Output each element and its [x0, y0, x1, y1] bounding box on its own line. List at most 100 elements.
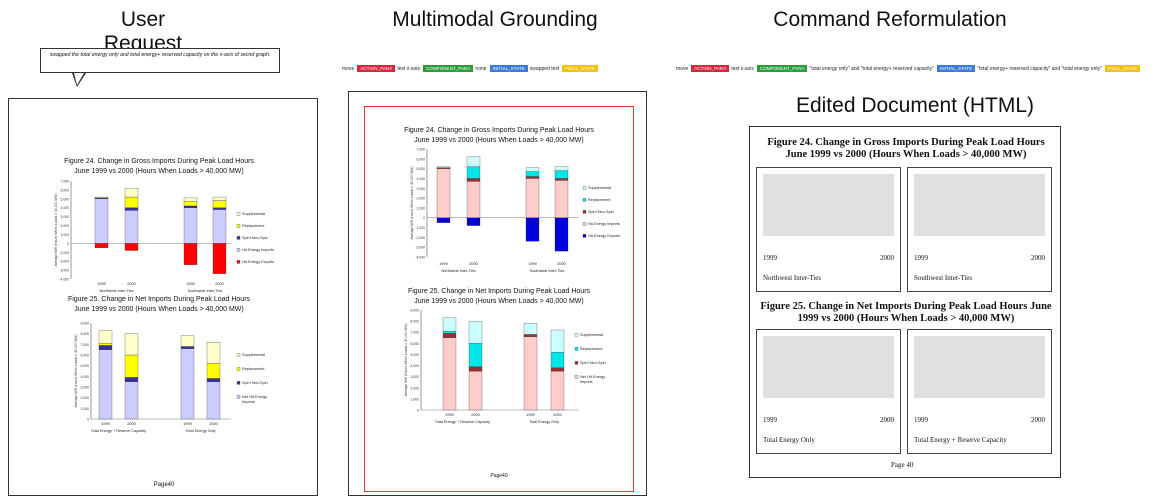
- group-label: Southwest Inter-Ties: [914, 274, 973, 282]
- bar-segment: [206, 363, 221, 379]
- legend-swatch: [236, 248, 241, 252]
- bar-segment: [554, 180, 569, 218]
- fig25-title: Figure 25. Change in Net Imports During …: [67, 296, 251, 303]
- y-axis-label: Average MW (Hours When Loads > 40,000 MW…: [410, 167, 414, 240]
- legend-label: HA Energy Exports: [588, 234, 620, 238]
- bar-segment: [525, 167, 540, 172]
- legend-swatch: [574, 361, 579, 365]
- y-tick-label: 0: [417, 409, 419, 413]
- group-label: Northwest Inter-Ties: [763, 274, 822, 282]
- legend-swatch: [574, 375, 579, 379]
- year-1999: 1999: [914, 416, 928, 424]
- bar-segment: [554, 166, 569, 171]
- role-tag: COMPONENT_PARA: [756, 65, 808, 73]
- image-placeholder: [763, 174, 894, 236]
- legend-label: Supplemental: [242, 212, 265, 216]
- fig25-left-panel: 1999 2000 Total Energy Only: [756, 329, 901, 454]
- fig24-left-panel: 1999 2000 Northwest Inter-Ties: [756, 167, 901, 292]
- y-tick-label: -4,000: [59, 278, 69, 282]
- bar-segment: [124, 354, 139, 378]
- bar-segment: [436, 166, 451, 168]
- y-tick-label: 5,000: [81, 364, 90, 368]
- fig24-right-panel: 1999 2000 Southwest Inter-Ties: [907, 167, 1052, 292]
- legend-label: Imports: [580, 380, 593, 384]
- grounded-document-page: Figure 24. Change in Gross Imports Durin…: [348, 91, 647, 496]
- page-number: Page 40: [891, 461, 914, 469]
- y-tick-label: 6,000: [61, 188, 70, 192]
- fig24-chart: -4,000 -3,000 -2,000 -1,000 0 1,000 2,000 3,000…: [54, 180, 274, 294]
- y-tick-label: 3,000: [81, 386, 90, 390]
- bar-segment: [523, 323, 538, 335]
- edited-document-heading: Edited Document (HTML): [795, 94, 1035, 117]
- edited-html-page: Figure 24. Change in Gross Imports Durin…: [749, 126, 1061, 478]
- bar-segment: [180, 348, 195, 420]
- x-tick-label: 2000: [471, 413, 479, 417]
- year-1999: 1999: [763, 416, 777, 424]
- bar-segment: [468, 343, 483, 367]
- y-tick-label: 2,000: [417, 197, 426, 201]
- command-reformulation-heading: Command Reformulation: [773, 8, 1007, 31]
- bar-segment: [523, 334, 538, 337]
- legend-label: Spin+Non-Spin: [242, 236, 268, 240]
- bar-segment: [180, 335, 195, 347]
- x-tick-label: 2000: [215, 282, 223, 286]
- fig24-subtitle: June 1999 vs 2000 (Hours When Loads > 40…: [414, 137, 584, 144]
- fig25-right-panel: 1999 2000 Total Energy + Reserve Capacit…: [907, 329, 1052, 454]
- year-2000: 2000: [880, 254, 894, 262]
- bar-segment: [550, 329, 565, 353]
- y-tick-label: 2,000: [411, 386, 420, 390]
- legend-label: Spin+Non-Spin: [580, 361, 606, 365]
- legend-label: HA Energy Imports: [588, 222, 620, 226]
- bar-segment: [124, 377, 139, 382]
- y-tick-label: 8,000: [81, 332, 90, 336]
- bar-segment: [442, 330, 457, 334]
- fig25-chart: 0 1,000 2,000 3,000 4,000 5,000 6,000 7,000 8,00…: [404, 309, 606, 425]
- role-tag: INITIAL_STATE: [489, 65, 528, 73]
- y-tick-label: 6,000: [81, 354, 90, 358]
- grounded-value: swapped text: [529, 65, 560, 72]
- fig24-chart: -4,000 -3,000 -2,000 -1,000 0 1,000 2,000 3,000…: [410, 148, 620, 274]
- bar-segment: [466, 178, 481, 182]
- y-tick-label: -1,000: [59, 251, 69, 255]
- year-1999: 1999: [763, 254, 777, 262]
- bar-segment: [212, 200, 227, 208]
- bar-segment: [94, 196, 109, 199]
- y-tick-label: 5,000: [61, 197, 70, 201]
- image-placeholder: [763, 336, 894, 398]
- y-tick-label: -2,000: [59, 260, 69, 264]
- x-tick-label: 1999: [101, 422, 109, 426]
- bar-segment: [98, 330, 113, 344]
- y-tick-label: 9,000: [81, 322, 90, 326]
- bar-segment: [206, 378, 221, 382]
- legend-label: Replacement: [242, 367, 265, 371]
- bar-segment: [554, 217, 569, 252]
- x-tick-label: 2000: [127, 282, 135, 286]
- y-tick-label: 8,000: [411, 320, 420, 324]
- bar-segment: [525, 178, 540, 218]
- group-label: Total Energy + Reserve Capacity: [435, 420, 490, 424]
- role-tag: INITIAL_STATE: [936, 65, 976, 73]
- y-tick-label: 4,000: [417, 177, 426, 181]
- legend-swatch: [236, 395, 241, 399]
- bar-segment: [180, 346, 195, 349]
- bar-segment: [466, 166, 481, 179]
- bar-segment: [98, 343, 113, 346]
- reformulation-tags: move ACTION_PARA text x-axis COMPONENT_PARA…: [676, 60, 1164, 78]
- group-label: Southwest Inter-Ties: [530, 269, 565, 273]
- y-tick-label: 3,000: [411, 375, 420, 379]
- y-axis-label: Average MW (Hours When Loads > 40,000 MW…: [74, 335, 78, 408]
- legend-label: HA Energy Imports: [242, 248, 274, 252]
- bar-segment: [124, 207, 139, 211]
- bar-segment: [466, 156, 481, 167]
- y-tick-label: 9,000: [411, 309, 420, 313]
- legend-label: Spin+Non-Spin: [242, 381, 268, 385]
- bar-segment: [466, 181, 481, 218]
- bar-segment: [212, 243, 227, 274]
- group-label: Southwest Inter-Ties: [188, 289, 223, 293]
- x-tick-label: 1999: [526, 413, 534, 417]
- bar-segment: [206, 381, 221, 420]
- legend-swatch: [236, 224, 241, 228]
- x-tick-label: 1999: [445, 413, 453, 417]
- legend-label: Supplemental: [580, 333, 603, 337]
- x-tick-label: 1999: [183, 422, 191, 426]
